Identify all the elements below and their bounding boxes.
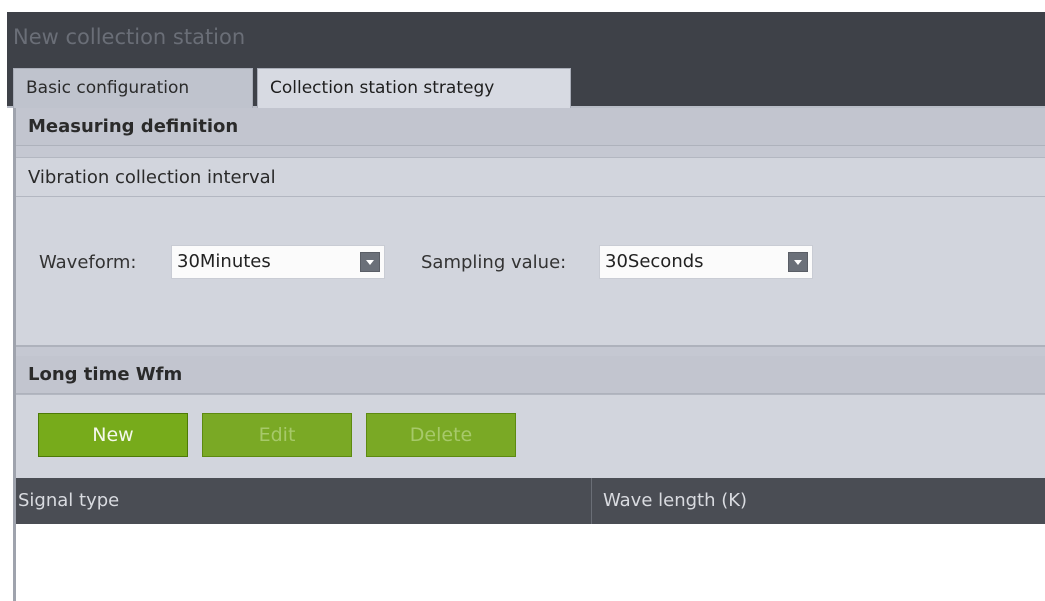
wfm-table-header: Signal type Wave length (K) <box>16 478 1045 524</box>
column-wave-length[interactable]: Wave length (K) <box>593 478 1045 524</box>
tab-collection-station-strategy[interactable]: Collection station strategy <box>257 68 571 108</box>
wfm-table-body <box>16 524 1045 601</box>
edit-button[interactable]: Edit <box>202 413 352 457</box>
long-time-wfm-header: Long time Wfm <box>16 356 1045 394</box>
vibration-interval-header: Vibration collection interval <box>16 157 1045 197</box>
strategy-panel: Measuring definition Vibration collectio… <box>13 108 1045 601</box>
chevron-down-icon[interactable] <box>360 252 380 272</box>
sampling-value-label: Sampling value: <box>421 252 567 273</box>
waveform-value: 30Minutes <box>177 251 271 272</box>
waveform-label: Waveform: <box>39 252 137 273</box>
wfm-toolbar: New Edit Delete <box>16 394 1045 479</box>
sampling-value-select[interactable]: 30Seconds <box>599 245 813 279</box>
chevron-down-icon[interactable] <box>788 252 808 272</box>
column-signal-type[interactable]: Signal type <box>16 478 592 524</box>
new-button[interactable]: New <box>38 413 188 457</box>
collection-station-window: New collection station Basic configurati… <box>7 0 1045 601</box>
measuring-definition-header: Measuring definition <box>16 108 1045 146</box>
window-title: New collection station <box>7 12 1045 62</box>
interval-fields: Waveform: 30Minutes Sampling value: 30Se… <box>16 197 1045 347</box>
tab-bar: Basic configuration Collection station s… <box>7 62 1045 108</box>
sampling-value-value: 30Seconds <box>605 251 704 272</box>
delete-button[interactable]: Delete <box>366 413 516 457</box>
waveform-select[interactable]: 30Minutes <box>171 245 385 279</box>
tab-basic-configuration[interactable]: Basic configuration <box>13 68 253 108</box>
